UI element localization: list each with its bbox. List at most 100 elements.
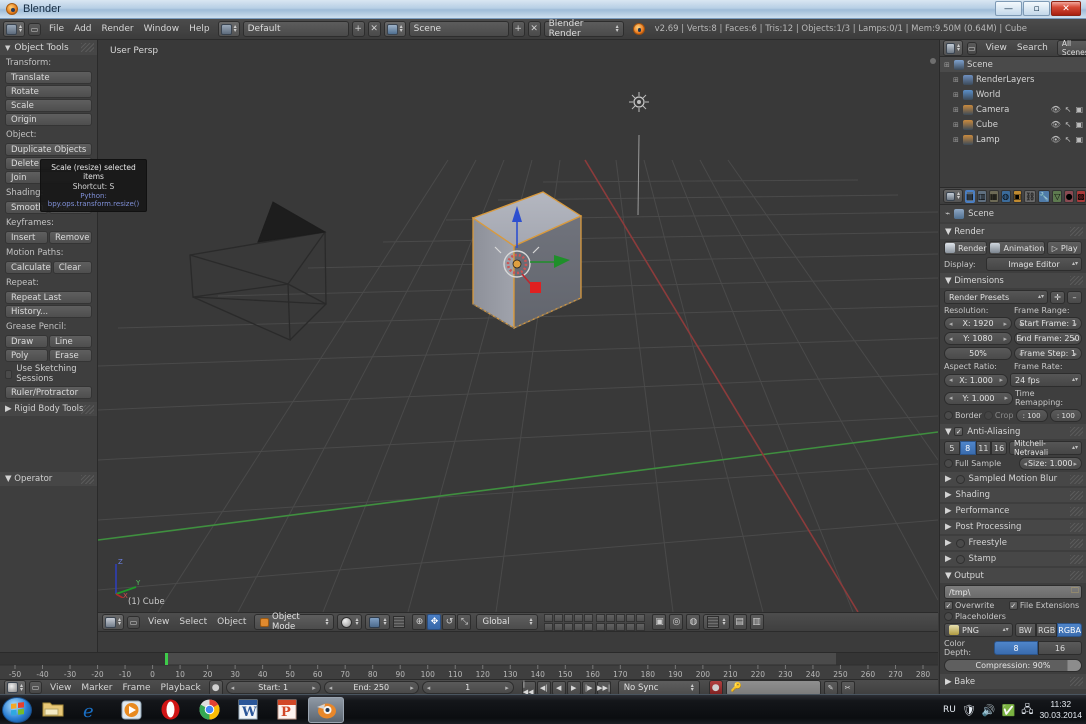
outliner-display-mode[interactable]: All Scenes [1056,39,1086,57]
minimize-button[interactable]: — [995,1,1022,16]
tab-scene[interactable]: ▦ [988,189,999,203]
cursor-icon[interactable]: ↖ [1065,120,1072,129]
display-mode-select[interactable]: Image Editor ▴▾ [986,257,1082,271]
expand-toggle-icon[interactable]: ⊞ [953,91,960,99]
start-frame-field[interactable]: ◂ Start: 1 ▸ [225,681,321,694]
layer-cell[interactable] [636,622,646,631]
panel-enable-checkbox[interactable] [955,474,965,484]
layer-selector[interactable] [544,613,646,631]
layer-cell[interactable] [574,622,584,631]
expand-toggle-icon[interactable]: ⊞ [953,136,960,144]
action-center-icon[interactable]: 🛡 [962,704,976,717]
editor-type-selector-info[interactable]: ▴ ▾ [3,21,26,37]
expand-toggle-icon[interactable]: ⊞ [953,106,960,114]
outliner-row-cube[interactable]: ⊞ Cube 👁 ↖ ▣ [940,117,1086,132]
panel-sampled-motion-blur[interactable]: ▶ Sampled Motion Blur [940,472,1086,486]
taskbar-item-internet-explorer[interactable]: e [74,697,110,723]
manipulator-rotate-icon[interactable]: ↺ [442,614,457,630]
expand-toggle-icon[interactable]: ⊞ [953,121,960,129]
manipulator-scale-icon[interactable]: ⤡ [457,614,472,630]
render-panel-header[interactable]: ▼ Render [940,224,1086,239]
tab-modifiers[interactable]: 🔧 [1038,189,1051,203]
remove-preset-button[interactable]: – [1067,290,1082,304]
screen-layout-icon-button[interactable]: ▴ ▾ [217,21,240,37]
compression-slider[interactable]: Compression: 90% [944,659,1082,672]
taskbar-item-opera[interactable] [152,697,188,723]
layer-cell[interactable] [584,613,594,622]
end-frame-field-props[interactable]: ◂ End Frame: 250 ▸ [1014,332,1082,345]
tab-texture[interactable]: ▩ [1076,189,1086,203]
layer-cell[interactable] [574,613,584,622]
aa-sample-5[interactable]: 5 [944,441,960,455]
layer-cell[interactable] [554,622,564,631]
transform-orientation-select[interactable]: Global ▴ ▾ [476,614,539,630]
time-remap-new-field[interactable]: : 100 [1049,409,1082,422]
expand-toggle-icon[interactable]: ⊞ [944,61,951,69]
expand-toggle-icon[interactable]: ⊞ [953,76,960,84]
viewport-menu-object[interactable]: Object [212,614,251,630]
tool-button-poly[interactable]: Poly [5,349,48,362]
layer-cell[interactable] [626,622,636,631]
tool-button-remove[interactable]: Remove [49,231,92,244]
screen-layout-field[interactable]: Default [242,21,349,37]
jump-to-start-button[interactable]: |◀◀ [521,680,536,696]
layer-cell[interactable] [596,622,606,631]
tool-button-repeat-last[interactable]: Repeat Last [5,291,92,304]
layer-cell[interactable] [606,622,616,631]
aa-sample-11[interactable]: 11 [975,441,992,455]
antialiasing-checkbox[interactable]: ✓ [954,427,964,436]
end-frame-field[interactable]: ◂ End: 250 ▸ [323,681,419,694]
play-reverse-button[interactable]: ◀ [551,680,566,695]
scene-name-field[interactable]: Scene [408,21,509,37]
next-keyframe-button[interactable]: |▶ [581,680,596,695]
taskbar-item-explorer[interactable] [35,697,71,723]
tool-button-duplicate-objects[interactable]: Duplicate Objects [5,143,92,156]
render-animation-button[interactable]: Animation [989,241,1046,255]
insert-keyframe-button[interactable]: ✎ [823,680,838,695]
layer-cell[interactable] [616,613,626,622]
volume-icon[interactable]: 🔊 [982,704,996,717]
tool-button-draw[interactable]: Draw [5,335,48,348]
cursor-icon[interactable]: ↖ [1065,135,1072,144]
viewport-shading-select[interactable]: ▴ ▾ [337,614,363,630]
manipulator-enable-icon[interactable]: ⊕ [412,614,427,630]
cursor-icon[interactable]: ↖ [1065,105,1072,114]
layer-cell[interactable] [554,613,564,622]
layer-cell[interactable] [636,613,646,622]
maximize-button[interactable]: ▫ [1023,1,1050,16]
color-depth-8[interactable]: 8 [994,641,1038,655]
3d-viewport[interactable]: User Persp (1) Cube Z Y X [98,40,938,612]
resolution-x-field[interactable]: ◂ X: 1920 ▸ [944,317,1012,330]
interaction-mode-select[interactable]: Object Mode ▴ ▾ [254,612,335,632]
current-frame-field[interactable]: ◂ 1 ▸ [421,681,514,694]
aa-filter-select[interactable]: Mitchell-Netravali ▴▾ [1009,439,1082,457]
taskbar-item-blender[interactable] [308,696,344,723]
proportional-edit-icon[interactable]: ◎ [669,614,684,630]
color-mode-rgb[interactable]: RGB [1035,623,1058,637]
outliner-menu-icon[interactable]: ▭ [967,41,977,55]
delete-scene-button[interactable]: ✕ [527,21,541,37]
panel-stamp[interactable]: ▶ Stamp [940,552,1086,566]
play-button[interactable]: ▶ [566,680,581,695]
frame-step-field[interactable]: ◂ Frame Step: 1 ▸ [1014,347,1082,360]
outliner-row-lamp[interactable]: ⊞ Lamp 👁 ↖ ▣ [940,132,1086,147]
tool-button-line[interactable]: Line [49,335,92,348]
timeline-menu-icon[interactable]: ▭ [29,681,43,694]
tab-constraints[interactable]: ⛓ [1024,189,1037,203]
outliner-menu-view[interactable]: View [981,40,1012,56]
manipulator-translate-icon[interactable]: ✥ [427,614,442,630]
editor-type-selector-properties[interactable]: ▴ ▾ [943,189,963,203]
language-indicator[interactable]: RU [943,705,956,715]
frame-rate-select[interactable]: 24 fps ▴▾ [1010,373,1082,387]
tab-world[interactable]: ◍ [1000,189,1011,203]
tool-button-translate[interactable]: Translate [5,71,92,84]
window-menu-icon[interactable]: ▭ [28,22,42,36]
layer-cell[interactable] [596,613,606,622]
layer-cell[interactable] [626,613,636,622]
snap-element-select[interactable]: ▴ ▾ [703,614,730,630]
outliner-row-renderlayers[interactable]: ⊞ RenderLayers [940,72,1086,87]
tool-button-rotate[interactable]: Rotate [5,85,92,98]
use-sketching-sessions-row[interactable]: Use Sketching Sessions [5,364,92,384]
tool-button-insert[interactable]: Insert [5,231,48,244]
menu-add[interactable]: Add [69,21,96,37]
